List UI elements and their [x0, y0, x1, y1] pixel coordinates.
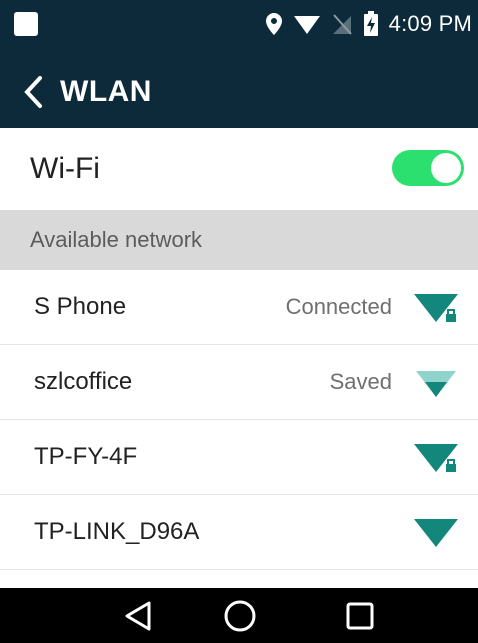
- network-name: S Phone: [34, 293, 127, 320]
- back-button[interactable]: [22, 72, 50, 112]
- battery-charging-icon: [363, 11, 378, 36]
- network-name: TP-LINK_D96A: [34, 518, 200, 545]
- wifi-signal-locked-icon: [414, 294, 458, 322]
- network-row-partial[interactable]: [0, 570, 478, 590]
- nav-recents-button[interactable]: [338, 594, 382, 638]
- wifi-toggle-switch[interactable]: [392, 150, 464, 186]
- network-row[interactable]: TP-FY-4F: [0, 420, 478, 495]
- chevron-left-icon: [24, 76, 42, 108]
- status-time: 4:09 PM: [388, 11, 472, 36]
- no-sim-icon: [332, 14, 352, 35]
- home-circle-icon: [224, 600, 256, 632]
- nav-back-button[interactable]: [116, 594, 160, 638]
- app-bar: WLAN: [0, 56, 478, 128]
- network-row[interactable]: szlcoffice Saved: [0, 345, 478, 420]
- network-row[interactable]: S Phone Connected: [0, 270, 478, 345]
- status-bar: 4:09 PM: [0, 0, 478, 56]
- section-header: Available network: [0, 210, 478, 270]
- wifi-signal-locked-icon: [414, 444, 458, 472]
- navigation-bar: [0, 588, 478, 643]
- toggle-knob: [431, 153, 461, 183]
- status-icons: 4:09 PM: [265, 8, 472, 40]
- network-list: S Phone Connected szlcoffice Saved TP-FY…: [0, 270, 478, 590]
- location-icon: [265, 13, 282, 35]
- wifi-status-icon: [293, 16, 320, 34]
- nav-home-button[interactable]: [218, 594, 262, 638]
- network-name: TP-FY-4F: [34, 443, 138, 470]
- back-triangle-icon: [125, 601, 151, 631]
- network-status: Saved: [329, 369, 392, 394]
- wifi-label: Wi-Fi: [30, 152, 100, 185]
- wifi-signal-medium-icon: [416, 371, 456, 397]
- recents-square-icon: [346, 602, 374, 630]
- wifi-toggle-row[interactable]: Wi-Fi: [0, 128, 478, 210]
- wifi-signal-full-icon: [414, 519, 458, 547]
- network-name: szlcoffice: [34, 368, 133, 395]
- network-status: Connected: [285, 294, 392, 319]
- page-title: WLAN: [60, 75, 152, 108]
- section-header-label: Available network: [30, 227, 203, 252]
- network-row[interactable]: TP-LINK_D96A: [0, 495, 478, 570]
- notification-icon: [14, 12, 38, 36]
